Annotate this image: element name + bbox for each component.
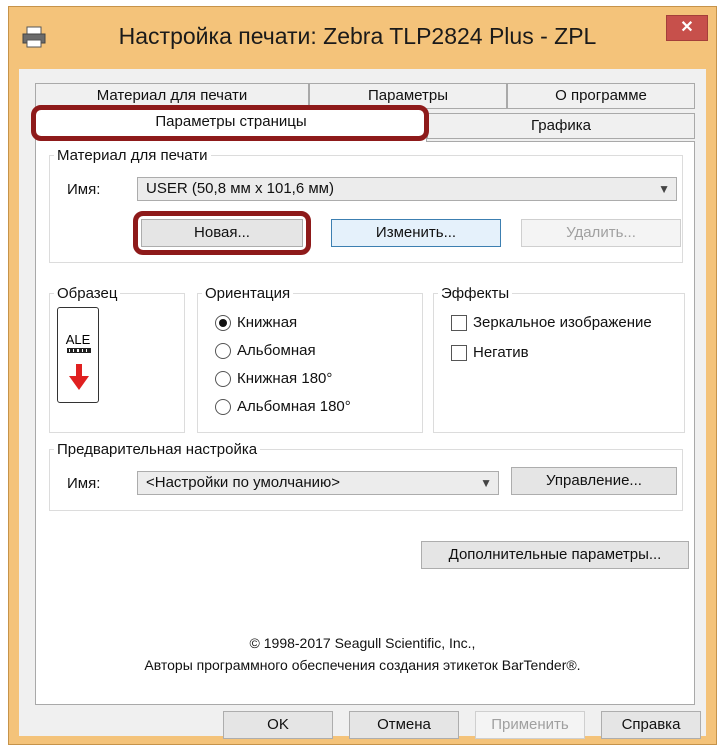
dialog-client-area: Материал для печати Параметры О программ… — [19, 69, 706, 739]
tab-graphics[interactable]: Графика — [427, 113, 695, 139]
preview-arrow-graphic — [67, 348, 91, 390]
media-group-title: Материал для печати — [57, 147, 208, 164]
radio-label: Альбомная 180° — [237, 398, 351, 415]
radio-button[interactable] — [215, 399, 231, 415]
tab-about[interactable]: О программе — [507, 83, 695, 109]
orientation-group-title: Ориентация — [205, 285, 291, 302]
apply-button[interactable]: Применить — [475, 711, 585, 739]
effects-group-title: Эффекты — [441, 285, 510, 302]
help-button[interactable]: Справка — [601, 711, 701, 739]
preset-name-value: <Настройки по умолчанию> — [146, 474, 341, 491]
sample-group-title: Образец — [57, 285, 118, 302]
radio-button[interactable] — [215, 343, 231, 359]
edit-media-button[interactable]: Изменить... — [331, 219, 501, 247]
advanced-options-button[interactable]: Дополнительные параметры... — [421, 541, 689, 569]
radio-label: Книжная — [237, 314, 298, 331]
effects-group: Эффекты — [433, 285, 685, 433]
media-name-value: USER (50,8 мм x 101,6 мм) — [146, 180, 334, 197]
checkbox[interactable] — [451, 345, 467, 361]
tab-media[interactable]: Материал для печати — [35, 83, 309, 109]
preset-name-label: Имя: — [67, 475, 101, 492]
cancel-button[interactable]: Отмена — [349, 711, 459, 739]
radio-label: Альбомная — [237, 342, 316, 359]
ok-button[interactable]: OK — [223, 711, 333, 739]
checkbox-label: Негатив — [473, 344, 529, 361]
media-name-label: Имя: — [67, 181, 101, 198]
copyright-line-1: © 1998-2017 Seagull Scientific, Inc., — [249, 635, 476, 651]
close-icon[interactable]: ✕ — [666, 15, 708, 41]
preview-label-text: ALE — [65, 332, 91, 347]
checkbox[interactable] — [451, 315, 467, 331]
radio-button[interactable] — [215, 371, 231, 387]
tab-parameters[interactable]: Параметры — [309, 83, 507, 109]
window-title: Настройка печати: Zebra TLP2824 Plus - Z… — [118, 23, 597, 49]
label-preview: ALE — [57, 307, 99, 403]
delete-media-button[interactable]: Удалить... — [521, 219, 681, 247]
chevron-down-icon: ▼ — [658, 182, 670, 196]
dialog-window: Настройка печати: Zebra TLP2824 Plus - Z… — [8, 6, 717, 745]
manage-preset-button[interactable]: Управление... — [511, 467, 677, 495]
new-media-button[interactable]: Новая... — [141, 219, 303, 247]
preset-name-select[interactable]: <Настройки по умолчанию> ▼ — [137, 471, 499, 495]
media-name-select[interactable]: USER (50,8 мм x 101,6 мм) ▼ — [137, 177, 677, 201]
title-bar: Настройка печати: Zebra TLP2824 Plus - Z… — [9, 7, 716, 69]
preset-group-title: Предварительная настройка — [57, 441, 258, 458]
radio-label: Книжная 180° — [237, 370, 333, 387]
checkbox-label: Зеркальное изображение — [473, 314, 652, 331]
copyright-line-2: Авторы программного обеспечения создания… — [144, 657, 581, 673]
tab-page-setup[interactable]: Параметры страницы — [35, 109, 427, 142]
radio-selected-dot — [219, 319, 227, 327]
radio-button[interactable] — [215, 315, 231, 331]
printer-icon — [21, 25, 47, 49]
chevron-down-icon: ▼ — [480, 476, 492, 490]
